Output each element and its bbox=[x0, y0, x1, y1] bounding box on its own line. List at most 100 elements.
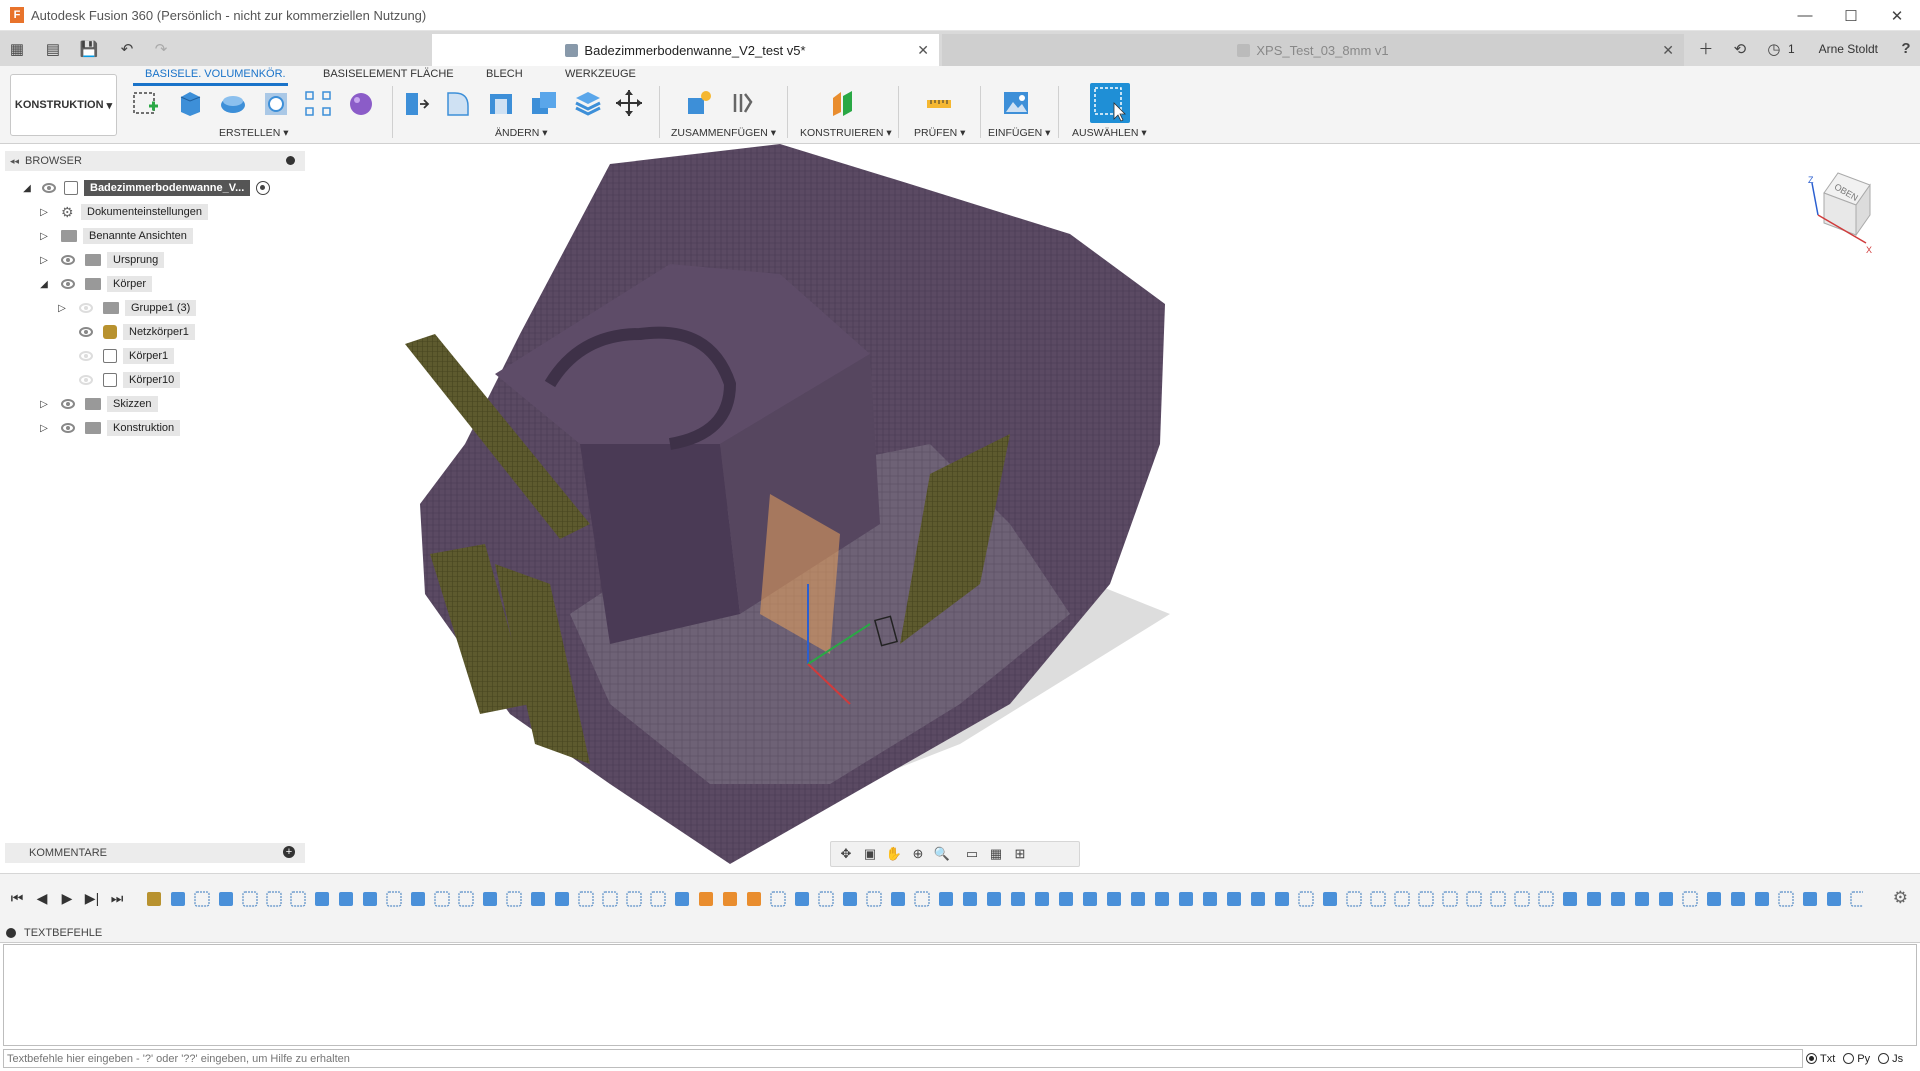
tree-item-dokumenteinstellungen[interactable]: ▷ ⚙ Dokumenteinstellungen bbox=[37, 202, 208, 222]
timeline-feature-icon[interactable] bbox=[363, 892, 377, 906]
comments-panel-header[interactable]: KOMMENTARE + bbox=[5, 843, 305, 863]
tab-basiselement-flaeche[interactable]: BASISELEMENT FLÄCHE bbox=[323, 68, 454, 80]
timeline-feature-icon[interactable] bbox=[1346, 891, 1362, 907]
user-name[interactable]: Arne Stoldt bbox=[1819, 42, 1878, 56]
timeline-feature-icon[interactable] bbox=[987, 892, 1001, 906]
timeline-end-icon[interactable]: ⏭ bbox=[108, 889, 126, 907]
data-panel-grid-icon[interactable]: ▦ bbox=[3, 35, 31, 63]
group-auswaehlen[interactable]: AUSWÄHLEN ▾ bbox=[1072, 127, 1147, 139]
close-tab-icon[interactable]: ✕ bbox=[917, 42, 929, 59]
visibility-eye-icon[interactable] bbox=[61, 279, 75, 289]
offset-plane-icon[interactable] bbox=[828, 88, 858, 118]
timeline-feature-icon[interactable] bbox=[602, 891, 618, 907]
timeline-feature-icon[interactable] bbox=[1418, 891, 1434, 907]
timeline-feature-icon[interactable] bbox=[1035, 892, 1049, 906]
scale-icon[interactable] bbox=[572, 88, 602, 118]
joint-icon[interactable] bbox=[727, 88, 757, 118]
hole-icon[interactable] bbox=[261, 88, 291, 118]
expand-arrow-icon[interactable]: ▷ bbox=[37, 229, 51, 243]
timeline-feature-icon[interactable] bbox=[434, 891, 450, 907]
timeline-feature-icon[interactable] bbox=[219, 892, 233, 906]
textcommand-input[interactable] bbox=[3, 1049, 1803, 1068]
expand-arrow-icon[interactable]: ▷ bbox=[37, 205, 51, 219]
timeline-feature-icon[interactable] bbox=[171, 892, 185, 906]
tree-item-skizzen[interactable]: ▷ Skizzen bbox=[37, 394, 158, 414]
timeline-feature-icon[interactable] bbox=[723, 892, 737, 906]
timeline-feature-icon[interactable] bbox=[1803, 892, 1817, 906]
extrude-icon[interactable] bbox=[175, 88, 205, 118]
timeline-feature-icon[interactable] bbox=[795, 892, 809, 906]
timeline-feature-icon[interactable] bbox=[1563, 892, 1577, 906]
timeline-feature-icon[interactable] bbox=[891, 892, 905, 906]
timeline-feature-icon[interactable] bbox=[1659, 892, 1673, 906]
new-component-icon[interactable] bbox=[684, 88, 714, 118]
new-tab-plus-icon[interactable]: ＋ bbox=[1692, 35, 1720, 63]
job-status-icon[interactable]: ◷ bbox=[1760, 35, 1788, 63]
press-pull-icon[interactable] bbox=[400, 88, 430, 118]
timeline-feature-icon[interactable] bbox=[1179, 892, 1193, 906]
timeline-feature-icon[interactable] bbox=[1370, 891, 1386, 907]
visibility-eye-icon[interactable] bbox=[79, 351, 93, 361]
file-menu-icon[interactable]: ▤ bbox=[39, 35, 67, 63]
group-zusammenfuegen[interactable]: ZUSAMMENFÜGEN ▾ bbox=[671, 127, 776, 139]
visibility-eye-icon[interactable] bbox=[79, 327, 93, 337]
visibility-eye-icon[interactable] bbox=[42, 183, 56, 193]
timeline-feature-icon[interactable] bbox=[1538, 891, 1554, 907]
timeline-feature-icon[interactable] bbox=[1251, 892, 1265, 906]
tree-root[interactable]: ◢ Badezimmerbodenwanne_V... bbox=[20, 178, 271, 198]
workspace-selector[interactable]: KONSTRUKTION ▾ bbox=[10, 74, 117, 136]
timeline-feature-icon[interactable] bbox=[1514, 891, 1530, 907]
timeline-feature-icon[interactable] bbox=[386, 891, 402, 907]
timeline-feature-icon[interactable] bbox=[1442, 891, 1458, 907]
timeline-feature-icon[interactable] bbox=[266, 891, 282, 907]
collapse-textcommands-icon[interactable] bbox=[6, 927, 16, 938]
timeline-feature-icon[interactable] bbox=[1731, 892, 1745, 906]
tree-item-ursprung[interactable]: ▷ Ursprung bbox=[37, 250, 165, 270]
pan-hand-icon[interactable]: ✋ bbox=[885, 846, 903, 862]
group-konstruieren[interactable]: KONSTRUIEREN ▾ bbox=[800, 127, 892, 139]
timeline-start-icon[interactable]: ⏮ bbox=[8, 889, 26, 907]
group-pruefen[interactable]: PRÜFEN ▾ bbox=[914, 127, 965, 139]
timeline-feature-icon[interactable] bbox=[939, 892, 953, 906]
create-form-icon[interactable] bbox=[346, 88, 376, 118]
grid-settings-icon[interactable]: ▦ bbox=[987, 846, 1005, 862]
timeline-feature-icon[interactable] bbox=[866, 891, 882, 907]
fillet-icon[interactable] bbox=[443, 88, 473, 118]
group-aendern[interactable]: ÄNDERN ▾ bbox=[495, 127, 548, 139]
timeline-feature-icon[interactable] bbox=[818, 891, 834, 907]
maximize-button[interactable]: ☐ bbox=[1828, 0, 1874, 31]
timeline-feature-icon[interactable] bbox=[411, 892, 425, 906]
timeline-feature-icon[interactable] bbox=[770, 891, 786, 907]
add-comment-icon[interactable]: + bbox=[283, 846, 295, 858]
timeline-feature-icon[interactable] bbox=[1466, 891, 1482, 907]
timeline-feature-icon[interactable] bbox=[843, 892, 857, 906]
visibility-eye-icon[interactable] bbox=[61, 255, 75, 265]
timeline-feature-icon[interactable] bbox=[315, 892, 329, 906]
collapse-browser-icon[interactable]: ◂◂ bbox=[10, 156, 19, 167]
timeline-feature-icon[interactable] bbox=[506, 891, 522, 907]
timeline-feature-icon[interactable] bbox=[699, 892, 713, 906]
measure-icon[interactable] bbox=[924, 88, 954, 118]
tab-badezimmerbodenwanne[interactable]: Badezimmerbodenwanne_V2_test v5* ✕ bbox=[432, 34, 939, 66]
tree-item-gruppe1[interactable]: ▷ Gruppe1 (3) bbox=[55, 298, 197, 318]
collapse-arrow-icon[interactable]: ◢ bbox=[20, 181, 34, 195]
mode-js-radio[interactable]: Js bbox=[1878, 1053, 1903, 1065]
visibility-eye-icon[interactable] bbox=[61, 423, 75, 433]
timeline-feature-icon[interactable] bbox=[1323, 892, 1337, 906]
timeline-feature-icon[interactable] bbox=[531, 892, 545, 906]
timeline-feature-icon[interactable] bbox=[555, 892, 569, 906]
timeline-feature-icon[interactable] bbox=[650, 891, 666, 907]
mode-txt-radio[interactable]: Txt bbox=[1806, 1053, 1835, 1065]
timeline-feature-icon[interactable] bbox=[339, 892, 353, 906]
select-tool-button[interactable] bbox=[1090, 83, 1130, 123]
tree-item-koerper1[interactable]: Körper1 bbox=[79, 346, 175, 366]
timeline-feature-icon[interactable] bbox=[747, 892, 761, 906]
timeline-next-icon[interactable]: ▶| bbox=[83, 889, 101, 907]
insert-canvas-icon[interactable] bbox=[1001, 88, 1031, 118]
timeline-feature-icon[interactable] bbox=[1275, 892, 1289, 906]
tree-item-konstruktion[interactable]: ▷ Konstruktion bbox=[37, 418, 181, 438]
timeline-feature-icon[interactable] bbox=[914, 891, 930, 907]
timeline-feature-icon[interactable] bbox=[1298, 891, 1314, 907]
expand-arrow-icon[interactable]: ▷ bbox=[37, 397, 51, 411]
group-einfuegen[interactable]: EINFÜGEN ▾ bbox=[988, 127, 1050, 139]
